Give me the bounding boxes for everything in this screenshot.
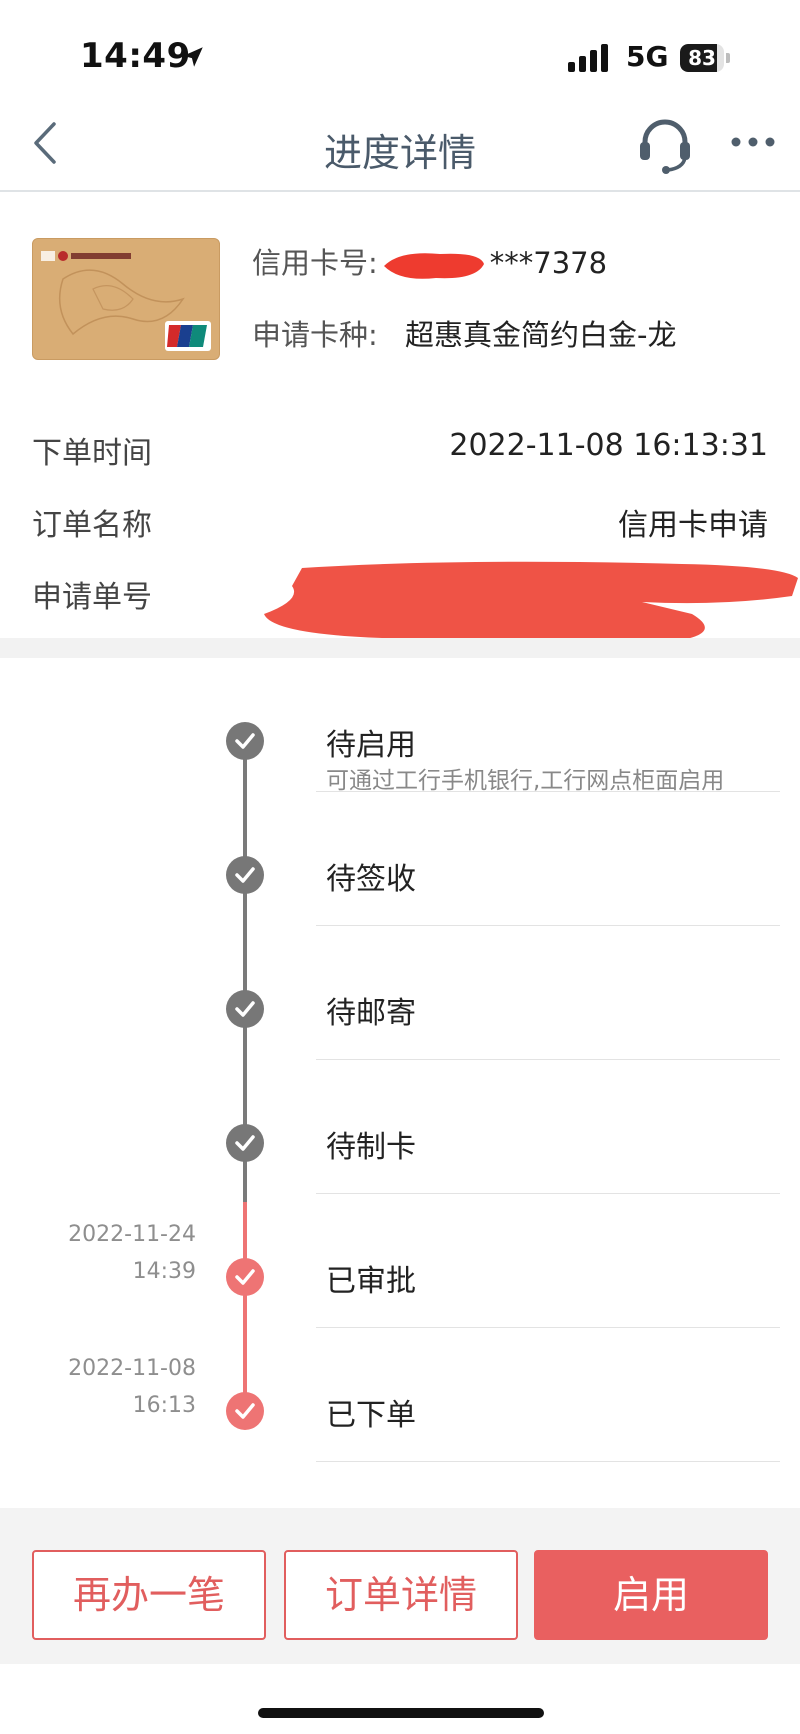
- timeline-item: 待邮寄: [0, 926, 800, 1060]
- home-indicator[interactable]: [258, 1708, 544, 1718]
- order-time-row: 下单时间 2022-11-08 16:13:31: [32, 428, 768, 472]
- battery-level: 83: [688, 46, 716, 70]
- order-number-label: 申请单号: [32, 580, 152, 615]
- order-name-label: 订单名称: [32, 508, 152, 543]
- card-image: [32, 238, 220, 360]
- signal-icon: [568, 44, 608, 72]
- check-icon: [235, 1135, 255, 1151]
- timeline-dot: [226, 1258, 264, 1296]
- redaction-mark: [264, 561, 798, 642]
- redaction-mark: [383, 253, 484, 279]
- progress-timeline: 待启用可通过工行手机银行,工行网点柜面启用待签收待邮寄待制卡 2022-11-24…: [0, 658, 800, 1508]
- timeline-dot: [226, 722, 264, 760]
- location-arrow-icon: [183, 47, 203, 67]
- nav-bar: 进度详情: [0, 100, 800, 192]
- timeline-title: 待制卡: [326, 1130, 416, 1165]
- timeline-item: 2022-11-24 14:39 已审批: [0, 1194, 800, 1328]
- check-icon: [235, 733, 255, 749]
- order-name-row: 订单名称 信用卡申请: [32, 500, 768, 544]
- timeline-title: 已下单: [326, 1398, 416, 1433]
- order-time-label: 下单时间: [32, 436, 152, 471]
- card-summary: 信用卡号: ***7378 申请卡种: 超惠真金简约白金-龙: [0, 194, 800, 374]
- timeline-date-time: 14:39: [132, 1259, 196, 1284]
- section-separator: [0, 638, 800, 658]
- more-icon[interactable]: [728, 130, 778, 154]
- timeline-dot: [226, 856, 264, 894]
- check-icon: [235, 1403, 255, 1419]
- timeline-item: 2022-11-08 16:13 已下单: [0, 1328, 800, 1462]
- check-icon: [235, 1001, 255, 1017]
- timeline-title: 待邮寄: [326, 996, 416, 1031]
- card-type-row: 申请卡种: 超惠真金简约白金-龙: [252, 312, 676, 354]
- card-number-suffix: ***7378: [489, 246, 608, 280]
- timeline-title: 已审批: [326, 1264, 416, 1299]
- timeline-dot: [226, 1392, 264, 1430]
- timeline-date-day: 2022-11-24: [68, 1222, 196, 1247]
- timeline-date: 2022-11-08 16:13: [68, 1350, 196, 1424]
- timeline-item: 待制卡: [0, 1060, 800, 1194]
- timeline-title: 待启用: [326, 728, 416, 763]
- card-type-value: 超惠真金简约白金-龙: [405, 318, 677, 352]
- card-number-label: 信用卡号:: [252, 246, 378, 280]
- order-detail-button[interactable]: 订单详情: [284, 1550, 518, 1640]
- activate-button[interactable]: 启用: [534, 1550, 768, 1640]
- timeline-date-day: 2022-11-08: [68, 1356, 196, 1381]
- timeline-desc: 可通过工行手机银行,工行网点柜面启用: [326, 768, 725, 794]
- order-time-value: 2022-11-08 16:13:31: [449, 428, 768, 463]
- unionpay-logo-icon: [165, 321, 211, 351]
- card-number-row: 信用卡号: ***7378: [252, 240, 607, 284]
- order-name-value: 信用卡申请: [618, 508, 768, 543]
- timeline-item: 待签收: [0, 792, 800, 926]
- check-icon: [235, 867, 255, 883]
- timeline-date-time: 16:13: [132, 1393, 196, 1418]
- timeline-item: 待启用可通过工行手机银行,工行网点柜面启用: [0, 658, 800, 794]
- status-time: 14:49: [80, 36, 191, 76]
- home-area: [0, 1664, 800, 1734]
- timeline-divider: [316, 1461, 780, 1462]
- headset-icon[interactable]: [636, 114, 694, 176]
- timeline-dot: [226, 1124, 264, 1162]
- battery-icon: 83: [680, 44, 730, 72]
- check-icon: [235, 1269, 255, 1285]
- status-bar: 14:49 5G 83: [0, 0, 800, 100]
- timeline-date: 2022-11-24 14:39: [68, 1216, 196, 1290]
- timeline-title: 待签收: [326, 862, 416, 897]
- action-bar: 再办一笔 订单详情 启用: [0, 1508, 800, 1664]
- card-type-label: 申请卡种:: [252, 318, 378, 352]
- apply-again-button[interactable]: 再办一笔: [32, 1550, 266, 1640]
- network-type: 5G: [626, 40, 669, 73]
- timeline-dot: [226, 990, 264, 1028]
